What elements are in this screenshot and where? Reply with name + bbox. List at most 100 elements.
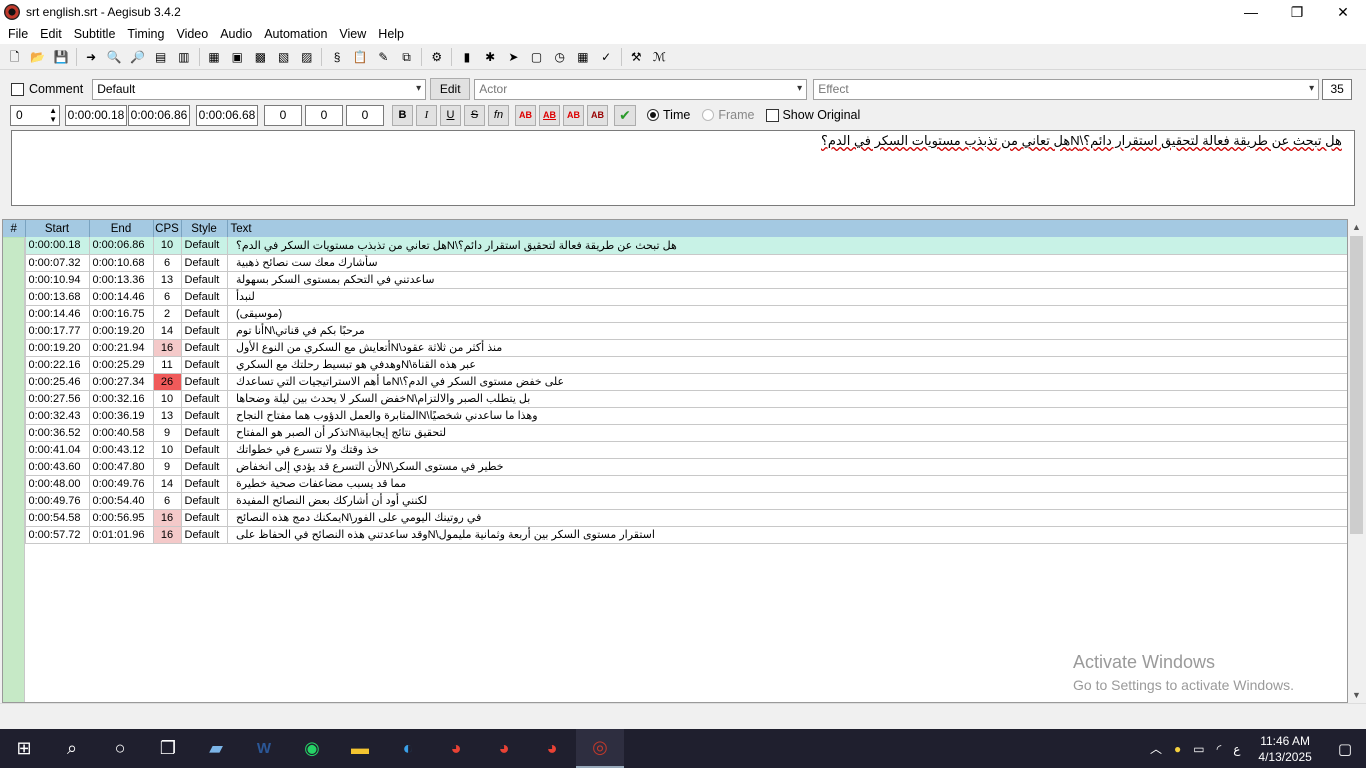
grid-scrollbar[interactable]: ▲ ▼ [1349,219,1364,703]
menu-subtitle[interactable]: Subtitle [68,27,122,41]
duration-field[interactable]: 0:00:06.68 [196,104,258,126]
shift-times-icon[interactable]: ✱ [481,48,499,66]
select-lines-icon[interactable]: ▦ [574,48,592,66]
frame-radio[interactable] [702,109,715,121]
header-text[interactable]: Text [227,220,1347,237]
aegisub-taskbar-icon[interactable]: ◎ [576,729,624,768]
subtitle-grid[interactable]: # Start End CPS Style Text 10:00:00.180:… [2,219,1348,703]
margin-left-field[interactable]: 0 [264,104,302,126]
maximize-button[interactable]: ❐ [1274,0,1320,24]
file-explorer-icon[interactable]: ▬ [336,729,384,768]
timing-icon[interactable]: ▮ [458,48,476,66]
cortana-icon[interactable]: ○ [96,729,144,768]
header-style[interactable]: Style [181,220,228,237]
menu-view[interactable]: View [333,27,372,41]
table-row[interactable]: 40:00:13.680:00:14.466Defaultلنبدأ [3,288,1347,306]
video-aspect-icon[interactable]: ▥ [175,48,193,66]
video-details-icon[interactable]: ▤ [152,48,170,66]
options-icon[interactable]: ⚒ [627,48,645,66]
chrome-profile-icon[interactable]: ◕ [480,729,528,768]
bold-button[interactable]: B [392,104,413,126]
attachments-icon[interactable]: ▩ [251,48,269,66]
clock-icon[interactable]: ◷ [551,48,569,66]
start-time-field[interactable]: 0:00:00.18 [65,104,127,126]
tray-app-icon[interactable]: ● [1168,742,1187,756]
post-processor-icon[interactable]: ➤ [504,48,522,66]
copy-icon[interactable]: ⧉ [398,48,416,66]
margin-right-field[interactable]: 0 [305,104,343,126]
zoom-in-icon[interactable]: 🔍 [105,48,123,66]
properties-icon[interactable]: ▦ [205,48,223,66]
script-icon[interactable]: § [328,48,346,66]
subtitle-text-editor[interactable]: هل تبحث عن طريقة فعالة لتحقيق استقرار دا… [11,130,1355,206]
menu-video[interactable]: Video [170,27,214,41]
table-row[interactable]: 30:00:10.940:00:13.3613Defaultساعدتني في… [3,271,1347,289]
zoom-out-icon[interactable]: 🔎 [129,48,147,66]
table-row[interactable]: 140:00:43.600:00:47.809Defaultخطير في مس… [3,458,1347,476]
show-original-checkbox[interactable] [766,108,780,122]
margin-vertical-field[interactable]: 0 [346,104,384,126]
header-number[interactable]: # [3,220,26,237]
comment-checkbox[interactable] [11,82,24,96]
chrome-icon[interactable]: ◕ [432,729,480,768]
menu-audio[interactable]: Audio [214,27,258,41]
fonts-collector-icon[interactable]: ▧ [275,48,293,66]
edit-style-button[interactable]: Edit [430,78,471,100]
show-hidden-icons-icon[interactable]: ︿ [1144,740,1168,757]
close-button[interactable]: ✕ [1320,0,1366,24]
table-row[interactable]: 110:00:32.430:00:36.1913Defaultوهذا ما س… [3,407,1347,425]
task-view-icon[interactable]: ❐ [144,729,192,768]
layer-field[interactable]: 35 [1322,78,1353,100]
table-row[interactable]: 130:00:41.040:00:43.1210Defaultخذ وقتك و… [3,441,1347,459]
table-row[interactable]: 70:00:19.200:00:21.9416Defaultمنذ أكثر م… [3,339,1347,357]
strikeout-button[interactable]: S [464,104,485,126]
new-file-icon[interactable]: 🗋 [6,48,24,66]
table-row[interactable]: 180:00:57.720:01:01.9616Defaultاستقرار م… [3,526,1347,544]
menu-timing[interactable]: Timing [121,27,170,41]
scroll-up-icon[interactable]: ▲ [1349,219,1364,235]
time-radio[interactable] [647,109,659,121]
secondary-color-button[interactable]: AB [539,104,560,126]
translation-assistant-icon[interactable]: ⚙ [428,48,446,66]
word-icon[interactable]: W [240,729,288,768]
scroll-down-icon[interactable]: ▼ [1349,687,1364,703]
header-end[interactable]: End [89,220,154,237]
table-row[interactable]: 10:00:00.180:00:06.8610Defaultهل تبحث عن… [3,237,1347,255]
styles-manager-icon[interactable]: ▣ [228,48,246,66]
underline-button[interactable]: U [440,104,461,126]
clipboard-icon[interactable]: 📋 [351,48,369,66]
table-row[interactable]: 80:00:22.160:00:25.2911Defaultعبر هذه ال… [3,356,1347,374]
jump-icon[interactable]: ➜ [82,48,100,66]
chrome-profile-icon[interactable]: ◕ [528,729,576,768]
language-indicator[interactable]: ع [1227,742,1246,756]
whatsapp-icon[interactable]: ◉ [288,729,336,768]
minimize-button[interactable]: — [1228,0,1274,24]
menu-edit[interactable]: Edit [34,27,68,41]
open-folder-icon[interactable]: 📂 [29,48,47,66]
italic-button[interactable]: I [416,104,437,126]
battery-icon[interactable]: ▭ [1187,742,1210,756]
table-row[interactable]: 170:00:54.580:00:56.9516Defaultفي روتينك… [3,509,1347,527]
menu-automation[interactable]: Automation [258,27,333,41]
notification-icon[interactable]: ▢ [1324,740,1366,758]
header-cps[interactable]: CPS [153,220,182,237]
table-row[interactable]: 50:00:14.460:00:16.752Default(موسيقى) [3,305,1347,323]
table-row[interactable]: 120:00:36.520:00:40.589Defaultلتحقيق نتا… [3,424,1347,442]
font-button[interactable]: fn [488,104,509,126]
table-row[interactable]: 60:00:17.770:00:19.2014Defaultمرحبًا بكم… [3,322,1347,340]
save-icon[interactable]: 💾 [52,48,70,66]
table-row[interactable]: 90:00:25.460:00:27.3426Defaultعلى خفض مس… [3,373,1347,391]
edge-icon[interactable]: ◐ [384,729,432,768]
search-icon[interactable]: ⌕ [48,729,96,768]
spin-arrows-icon[interactable]: ▲ ▼ [49,106,57,124]
automation-icon[interactable]: ℳ [650,48,668,66]
style-select[interactable]: Default ▾ [92,78,427,100]
outline-color-button[interactable]: AB [563,104,584,126]
commit-checkmark-icon[interactable]: ✔ [614,104,636,126]
table-row[interactable]: 160:00:49.760:00:54.406Defaultلكنني أود … [3,492,1347,510]
layer-spin-field[interactable]: 0 ▲ ▼ [10,104,60,126]
notes-app-icon[interactable]: ▰ [192,729,240,768]
table-row[interactable]: 20:00:07.320:00:10.686Defaultسأشارك معك … [3,254,1347,272]
header-start[interactable]: Start [25,220,90,237]
primary-color-button[interactable]: AB [515,104,536,126]
